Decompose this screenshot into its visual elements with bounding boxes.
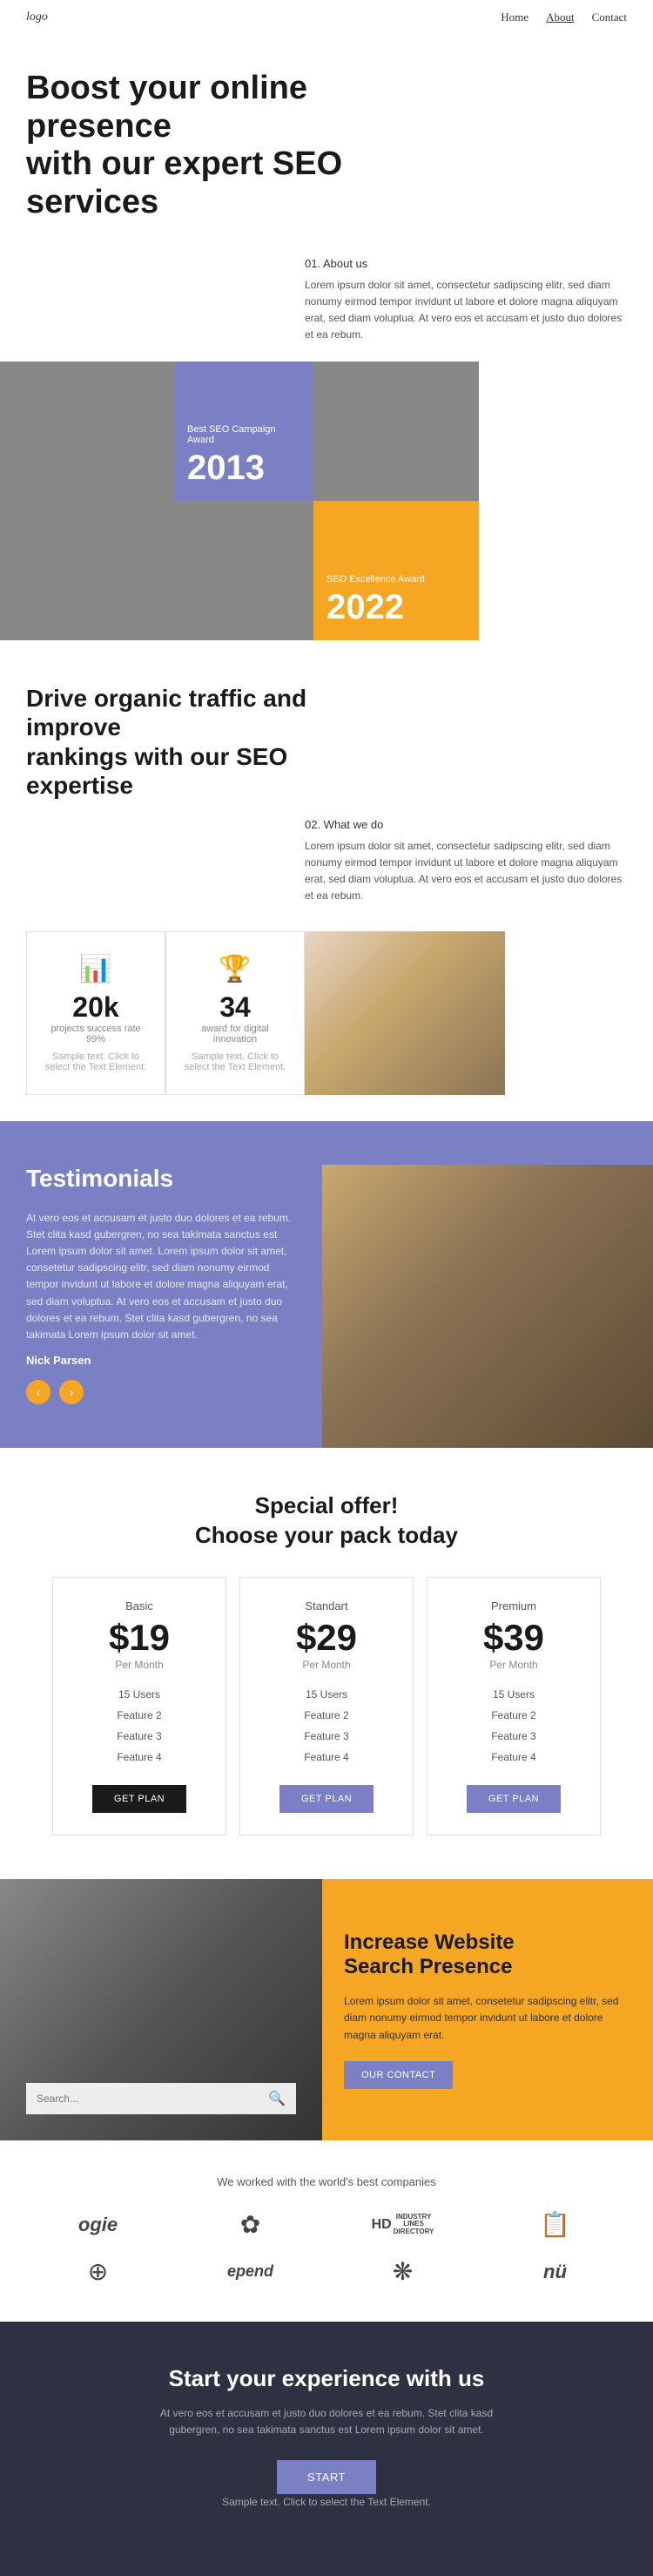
section2-heading: Drive organic traffic and improve rankin… [26, 684, 357, 801]
testimonials-text: At vero eos et accusam et justo duo dolo… [26, 1210, 296, 1344]
partner-hd: HDINDUSTRYLINESDIRECTORY [372, 2214, 434, 2236]
start-button[interactable]: START [277, 2460, 376, 2494]
our-contact-button[interactable]: OUR CONTACT [344, 2061, 453, 2089]
cta-heading: Increase Website Search Presence [344, 1930, 631, 1981]
partner-circle: ⊕ [88, 2257, 108, 2287]
features-premium: 15 UsersFeature 2Feature 3Feature 4 [445, 1684, 582, 1768]
whatwedo-label: 02. What we do [305, 818, 627, 831]
tier-standart: Standart [258, 1599, 395, 1613]
footer-cta-text: At vero eos et accusam et justo duo dolo… [152, 2405, 501, 2438]
period-premium: Per Month [445, 1659, 582, 1671]
search-bar[interactable]: 🔍 [26, 2083, 296, 2114]
testimonials-photo [322, 1165, 653, 1449]
tier-premium: Premium [445, 1599, 582, 1613]
whatwedo-content: 02. What we do Lorem ipsum dolor sit ame… [305, 818, 627, 905]
pricing-section: Special offer! Choose your pack today Ba… [0, 1448, 653, 1879]
pricing-cards: Basic $19 Per Month 15 UsersFeature 2Fea… [26, 1577, 627, 1836]
testimonials-section: Testimonials At vero eos et accusam et j… [0, 1121, 653, 1449]
hero-heading: Boost your online presence with our expe… [26, 70, 444, 222]
period-standart: Per Month [258, 1659, 395, 1671]
section2: Drive organic traffic and improve rankin… [0, 640, 653, 1121]
partner-flower: ✿ [240, 2210, 260, 2240]
stat-1: 📊 20k projects success rate 99% Sample t… [26, 931, 165, 1095]
testimonials-left: Testimonials At vero eos et accusam et j… [0, 1165, 322, 1449]
whatwedo-text: Lorem ipsum dolor sit amet, consectetur … [305, 838, 627, 905]
partner-dots: ❋ [393, 2257, 413, 2287]
features-basic: 15 UsersFeature 2Feature 3Feature 4 [71, 1684, 208, 1768]
navbar: logo Home About Contact [0, 0, 653, 35]
tier-basic: Basic [71, 1599, 208, 1613]
footer-cta-heading: Start your experience with us [26, 2365, 627, 2392]
cta-section: 🔍 Increase Website Search Presence Lorem… [0, 1879, 653, 2140]
getplan-basic-button[interactable]: GET PLAN [92, 1785, 186, 1813]
stat-2-number: 34 [184, 991, 286, 1024]
partner-list: 📋 [540, 2210, 570, 2240]
stat-1-subtitle: projects success rate 99% [44, 1024, 147, 1045]
nav-links: Home About Contact [501, 10, 627, 24]
partners-label: We worked with the world's best companie… [26, 2175, 627, 2188]
photo-tablet [174, 501, 313, 640]
nav-about[interactable]: About [546, 10, 575, 24]
getplan-standart-button[interactable]: GET PLAN [279, 1785, 374, 1813]
about-content: 01. About us Lorem ipsum dolor sit amet,… [305, 257, 627, 344]
price-premium: $39 [445, 1617, 582, 1659]
partner-nu: nü [543, 2261, 567, 2283]
features-standart: 15 UsersFeature 2Feature 3Feature 4 [258, 1684, 395, 1768]
pricing-card-premium: Premium $39 Per Month 15 UsersFeature 2F… [427, 1577, 601, 1836]
price-basic: $19 [71, 1617, 208, 1659]
stat-photo [305, 931, 505, 1095]
stat-1-desc: Sample text. Click to select the Text El… [44, 1051, 147, 1072]
photo-woman [0, 362, 174, 640]
stat-2-desc: Sample text. Click to select the Text El… [184, 1051, 286, 1072]
partners-section: We worked with the world's best companie… [0, 2140, 653, 2322]
testimonials-arrows: ‹ › [26, 1380, 296, 1404]
stat-1-number: 20k [44, 991, 147, 1024]
arrow-right-button[interactable]: › [59, 1380, 84, 1404]
stat-1-icon: 📊 [44, 954, 147, 984]
partners-grid: ogie ✿ HDINDUSTRYLINESDIRECTORY 📋 ⊕ epen… [26, 2210, 627, 2287]
hero-section: Boost your online presence with our expe… [0, 35, 653, 248]
arrow-left-button[interactable]: ‹ [26, 1380, 50, 1404]
whatwedo-wrapper: 02. What we do Lorem ipsum dolor sit ame… [26, 818, 627, 905]
testimonials-title: Testimonials [26, 1165, 296, 1193]
award-2013: Best SEO Campaign Award 2013 [174, 362, 313, 501]
testimonials-name: Nick Parsen [26, 1354, 296, 1367]
cta-text: Lorem ipsum dolor sit amet, consetetur s… [344, 1993, 631, 2044]
pricing-card-standart: Standart $29 Per Month 15 UsersFeature 2… [239, 1577, 414, 1836]
stat-2: 🏆 34 award for digital innovation Sample… [165, 931, 305, 1095]
about-section: 01. About us Lorem ipsum dolor sit amet,… [0, 248, 653, 362]
stat-2-subtitle: award for digital innovation [184, 1024, 286, 1045]
price-standart: $29 [258, 1617, 395, 1659]
period-basic: Per Month [71, 1659, 208, 1671]
stat-2-icon: 🏆 [184, 954, 286, 984]
partner-ogie: ogie [78, 2214, 118, 2236]
nav-home[interactable]: Home [501, 10, 528, 24]
about-label: 01. About us [305, 257, 627, 270]
footer-note: Sample text. Click to select the Text El… [152, 2494, 501, 2511]
image-grid: Best SEO Campaign Award 2013 SEO Excelle… [0, 362, 653, 640]
award-2022: SEO Excellence Award 2022 [313, 501, 479, 640]
partner-epend: epend [227, 2262, 273, 2281]
nav-contact[interactable]: Contact [592, 10, 627, 24]
cta-right: Increase Website Search Presence Lorem i… [322, 1879, 653, 2140]
stats-row: 📊 20k projects success rate 99% Sample t… [26, 931, 627, 1095]
search-input[interactable] [37, 2093, 268, 2105]
footer-cta-section: Start your experience with us At vero eo… [0, 2322, 653, 2576]
photo-standing [313, 362, 479, 501]
getplan-premium-button[interactable]: GET PLAN [467, 1785, 561, 1813]
pricing-heading: Special offer! Choose your pack today [26, 1491, 627, 1551]
search-icon: 🔍 [268, 2090, 286, 2107]
logo: logo [26, 10, 48, 24]
pricing-card-basic: Basic $19 Per Month 15 UsersFeature 2Fea… [52, 1577, 226, 1836]
about-text: Lorem ipsum dolor sit amet, consectetur … [305, 277, 627, 344]
cta-left: 🔍 [0, 1879, 322, 2140]
